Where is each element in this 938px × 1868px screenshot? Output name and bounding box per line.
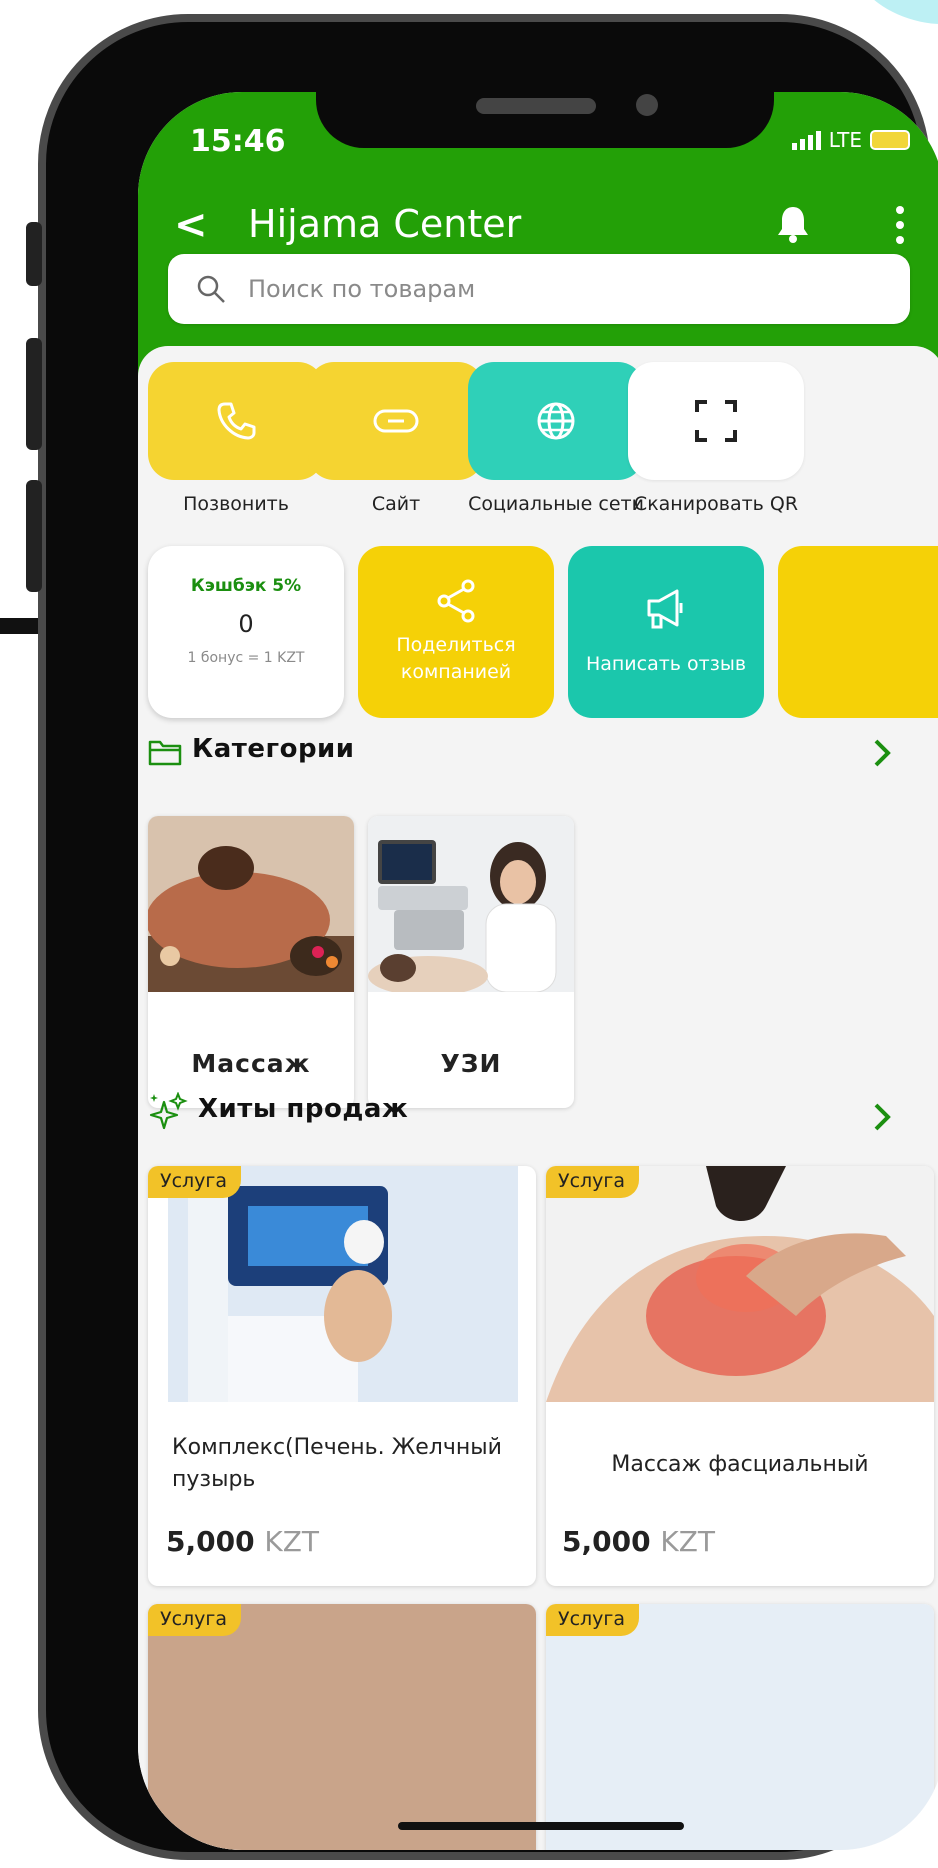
page-title: Hijama Center bbox=[248, 202, 522, 246]
product-badge: Услуга bbox=[148, 1166, 242, 1198]
status-time: 15:46 bbox=[190, 124, 286, 159]
share-company-label: Поделиться компанией bbox=[396, 634, 516, 683]
status-icons: LTE bbox=[791, 128, 910, 152]
category-card-ultrasound[interactable]: УЗИ bbox=[368, 816, 574, 1108]
product-image bbox=[546, 1166, 934, 1402]
categories-more-chevron-icon[interactable] bbox=[872, 738, 892, 772]
categories-title: Категории bbox=[192, 734, 355, 764]
search-bar[interactable] bbox=[168, 254, 910, 324]
category-label: УЗИ bbox=[440, 1049, 502, 1078]
product-price: 5,000 KZT bbox=[562, 1525, 715, 1558]
website-button[interactable] bbox=[308, 362, 484, 480]
write-review-button[interactable]: Написать отзыв bbox=[568, 546, 764, 718]
battery-icon bbox=[870, 130, 910, 150]
write-review-label: Написать отзыв bbox=[585, 652, 747, 675]
sparkles-icon bbox=[146, 1091, 188, 1136]
phone-notch bbox=[316, 78, 774, 148]
category-label: Массаж bbox=[191, 1049, 311, 1078]
hits-more-chevron-icon[interactable] bbox=[872, 1102, 892, 1136]
scan-qr-button[interactable] bbox=[628, 362, 804, 480]
search-icon bbox=[196, 274, 226, 304]
cashback-value: 0 bbox=[238, 610, 254, 638]
back-button[interactable]: < bbox=[174, 202, 208, 248]
globe-icon bbox=[537, 402, 575, 440]
megaphone-icon bbox=[647, 589, 683, 628]
call-button[interactable] bbox=[148, 362, 324, 480]
phone-icon bbox=[217, 402, 256, 440]
promo-card-partial[interactable] bbox=[778, 546, 938, 718]
cashback-note: 1 бонус = 1 KZT bbox=[187, 650, 305, 666]
social-button[interactable] bbox=[468, 362, 644, 480]
category-image bbox=[148, 816, 354, 992]
product-card[interactable]: Услуга Массаж фасциальный 5,000 KZT bbox=[546, 1166, 934, 1586]
decorative-shape bbox=[851, 0, 938, 38]
price-amount: 5,000 bbox=[166, 1525, 255, 1558]
more-menu-icon[interactable] bbox=[896, 206, 904, 251]
price-currency: KZT bbox=[264, 1525, 319, 1558]
product-price: 5,000 KZT bbox=[166, 1525, 319, 1558]
cashback-card[interactable]: Кэшбэк 5% 0 1 бонус = 1 KZT bbox=[148, 546, 344, 718]
hits-title: Хиты продаж bbox=[198, 1094, 409, 1124]
scan-qr-icon bbox=[695, 400, 737, 442]
price-currency: KZT bbox=[660, 1525, 715, 1558]
price-amount: 5,000 bbox=[562, 1525, 651, 1558]
product-card[interactable]: Услуга bbox=[546, 1604, 934, 1850]
network-label: LTE bbox=[828, 128, 862, 152]
product-card[interactable]: Услуга bbox=[148, 1604, 536, 1850]
product-name: Комплекс(Печень. Желчный пузырь bbox=[172, 1435, 502, 1492]
bell-icon[interactable] bbox=[776, 204, 810, 248]
link-icon bbox=[373, 409, 419, 433]
product-badge: Услуга bbox=[546, 1166, 640, 1198]
share-company-button[interactable]: Поделиться компанией bbox=[358, 546, 554, 718]
home-indicator[interactable] bbox=[398, 1822, 684, 1830]
cashback-title: Кэшбэк 5% bbox=[190, 576, 302, 596]
category-image bbox=[368, 816, 574, 992]
product-card[interactable]: Услуга Комплекс(Печень. Желчный пузырь 5… bbox=[148, 1166, 536, 1586]
search-input[interactable] bbox=[246, 274, 810, 304]
app-screen: 15:46 LTE < Hijama Center Поиск по товар… bbox=[138, 92, 938, 1850]
product-badge: Услуга bbox=[546, 1604, 640, 1636]
category-card-massage[interactable]: Массаж bbox=[148, 816, 354, 1108]
main-content: Позвонить Сайт Социальные сети Сканирова… bbox=[138, 346, 938, 1850]
folder-icon bbox=[148, 738, 182, 770]
signal-icon bbox=[791, 130, 821, 150]
product-badge: Услуга bbox=[148, 1604, 242, 1636]
scan-qr-label: Сканировать QR bbox=[633, 493, 799, 515]
phone-frame: 15:46 LTE < Hijama Center Поиск по товар… bbox=[26, 14, 938, 1860]
share-icon bbox=[437, 579, 475, 623]
product-name: Массаж фасциальный bbox=[611, 1452, 869, 1477]
product-image bbox=[168, 1166, 518, 1402]
